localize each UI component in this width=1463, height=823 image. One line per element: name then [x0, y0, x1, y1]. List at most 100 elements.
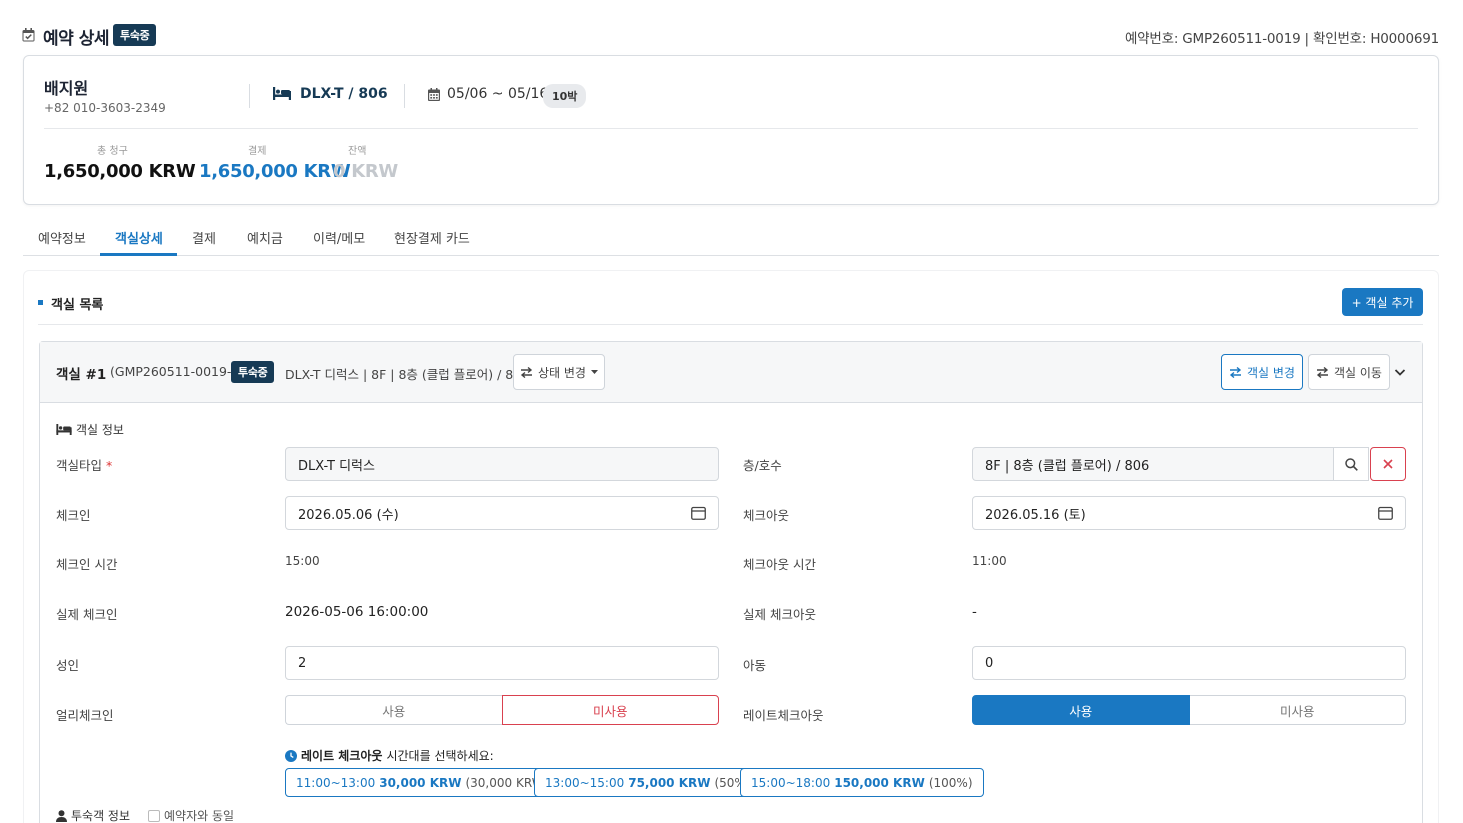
late-option-note: (100%)	[928, 775, 973, 790]
room-change-label: 객실 변경	[1247, 365, 1295, 380]
status-badge: 투숙중	[113, 24, 157, 46]
calendar-icon	[428, 88, 440, 101]
late-option-price: 30,000 KRW	[379, 775, 462, 790]
bed-icon	[273, 87, 291, 100]
floor-room-field[interactable]: 8F | 8층 (클럽 플로어) / 806	[972, 447, 1334, 481]
late-checkout-unused[interactable]: 미사용	[1189, 695, 1406, 725]
room-code: (GMP260511-0019-1)	[110, 364, 245, 379]
early-checkin-label: 얼리체크인	[56, 708, 114, 723]
same-as-booker-checkbox[interactable]	[148, 809, 161, 822]
checkin-label: 체크인	[56, 508, 91, 523]
clock-icon	[285, 749, 297, 762]
children-input[interactable]: 0	[972, 646, 1406, 680]
room-info-title: 객실 정보	[76, 423, 124, 437]
floor-clear-button[interactable]	[1370, 447, 1406, 481]
room-change-button[interactable]: 객실 변경	[1221, 354, 1303, 390]
tab-history-memo[interactable]: 이력/메모	[313, 228, 365, 247]
actual-checkout-value: -	[972, 604, 977, 620]
total-amount: 1,650,000 KRW	[44, 161, 196, 182]
bed-icon	[56, 424, 72, 435]
room-info-heading: 객실 정보	[56, 421, 124, 438]
paid-amount: 1,650,000 KRW	[199, 161, 351, 182]
checkout-label: 체크아웃	[743, 508, 790, 523]
late-checkout-toggle: 사용 미사용	[972, 695, 1406, 725]
tab-bar: 예약정보 객실상세 결제 예치금 이력/메모 현장결제 카드	[23, 220, 1439, 256]
early-checkin-use[interactable]: 사용	[285, 695, 502, 725]
tab-reservation-info[interactable]: 예약정보	[38, 228, 86, 247]
adults-input[interactable]: 2	[285, 646, 719, 680]
guest-info-heading: 투숙객 정보 예약자와 동일	[56, 807, 234, 823]
add-room-button[interactable]: + 객실 추가	[1342, 288, 1423, 316]
late-option-price: 75,000 KRW	[628, 775, 711, 790]
room-type-label: 객실타입 *	[56, 455, 112, 474]
swap-arrows-icon	[1316, 366, 1329, 378]
divider	[44, 128, 1418, 129]
chevron-down-icon[interactable]	[1394, 366, 1406, 378]
booking-number-info: 예약번호: GMP260511-0019 | 확인번호: H0000691	[1124, 31, 1439, 47]
early-checkin-unused[interactable]: 미사용	[501, 695, 719, 725]
room-move-label: 객실 이동	[1334, 365, 1382, 380]
early-checkin-toggle: 사용 미사용	[285, 695, 719, 725]
late-checkout-hint: 레이트 체크아웃 시간대를 선택하세요:	[285, 747, 494, 764]
late-option-3[interactable]: 15:00~18:00 150,000 KRW (100%)	[740, 768, 984, 797]
late-hint-text: 시간대를 선택하세요:	[386, 749, 494, 763]
late-option-2[interactable]: 13:00~15:00 75,000 KRW (50%)	[534, 768, 762, 797]
calendar-icon[interactable]	[1378, 506, 1393, 520]
room-type-label-text: 객실타입	[56, 458, 103, 473]
floor-search-button[interactable]	[1333, 447, 1369, 481]
room-summary: DLX-T / 806	[300, 86, 388, 102]
children-label: 아동	[743, 658, 767, 673]
actual-checkout-label: 실제 체크아웃	[743, 607, 816, 622]
checkout-date-input[interactable]: 2026.05.16 (토)	[972, 496, 1406, 530]
section-title: 객실 목록	[51, 298, 104, 313]
late-option-1[interactable]: 11:00~13:00 30,000 KRW (30,000 KRW)	[285, 768, 560, 797]
page-title: 예약 상세	[43, 29, 109, 49]
paid-label: 결제	[248, 146, 267, 157]
floor-label: 층/호수	[743, 458, 782, 473]
room-card-title: 객실 #1	[56, 367, 107, 383]
caret-down-icon	[590, 370, 598, 374]
late-hint-bold: 레이트 체크아웃	[301, 749, 383, 763]
active-tab-indicator	[100, 253, 177, 256]
status-change-label: 상태 변경	[538, 365, 586, 380]
swap-arrows-icon	[520, 366, 533, 378]
divider	[38, 324, 1423, 325]
status-change-button[interactable]: 상태 변경	[513, 354, 605, 390]
late-option-time: 11:00~13:00	[296, 775, 376, 790]
checkin-date-input[interactable]: 2026.05.06 (수)	[285, 496, 719, 530]
guest-phone: +82 010-3603-2349	[44, 101, 166, 115]
tab-onsite-card[interactable]: 현장결제 카드	[394, 228, 470, 247]
checkin-date-value: 2026.05.06 (수)	[298, 507, 399, 523]
tab-deposit[interactable]: 예치금	[247, 228, 283, 247]
checkout-time-label: 체크아웃 시간	[743, 557, 816, 572]
section-marker	[38, 300, 43, 305]
late-option-time: 13:00~15:00	[545, 775, 625, 790]
calendar-icon[interactable]	[691, 506, 706, 520]
stay-dates: 05/06 ~ 05/16	[447, 86, 549, 102]
late-checkout-label: 레이트체크아웃	[743, 708, 824, 723]
room-card	[39, 341, 1423, 823]
same-as-booker-label: 예약자와 동일	[164, 809, 235, 823]
late-option-time: 15:00~18:00	[751, 775, 831, 790]
checkin-time-value: 15:00	[285, 554, 320, 568]
reservation-summary-card: 배지원 +82 010-3603-2349 DLX-T / 806 05/06 …	[23, 55, 1439, 205]
room-description: DLX-T 디럭스 | 8F | 8층 (클럽 플로어) / 806	[285, 367, 530, 382]
guest-name: 배지원	[44, 79, 89, 98]
checkout-date-value: 2026.05.16 (토)	[985, 507, 1086, 523]
divider	[404, 84, 405, 108]
guest-info-title: 투숙객 정보	[71, 809, 131, 823]
user-icon	[56, 809, 67, 822]
room-type-field[interactable]: DLX-T 디럭스	[285, 447, 719, 481]
room-move-button[interactable]: 객실 이동	[1308, 354, 1390, 390]
divider	[249, 84, 250, 108]
checkin-time-label: 체크인 시간	[56, 557, 118, 572]
tab-payment[interactable]: 결제	[192, 228, 216, 247]
late-checkout-use[interactable]: 사용	[972, 695, 1190, 725]
total-label: 총 청구	[97, 146, 128, 157]
close-icon	[1383, 459, 1393, 469]
checkout-time-value: 11:00	[972, 554, 1007, 568]
nights-badge: 10박	[543, 84, 587, 108]
calendar-check-icon	[22, 28, 35, 42]
tab-room-detail[interactable]: 객실상세	[115, 228, 163, 247]
actual-checkin-label: 실제 체크인	[56, 607, 118, 622]
